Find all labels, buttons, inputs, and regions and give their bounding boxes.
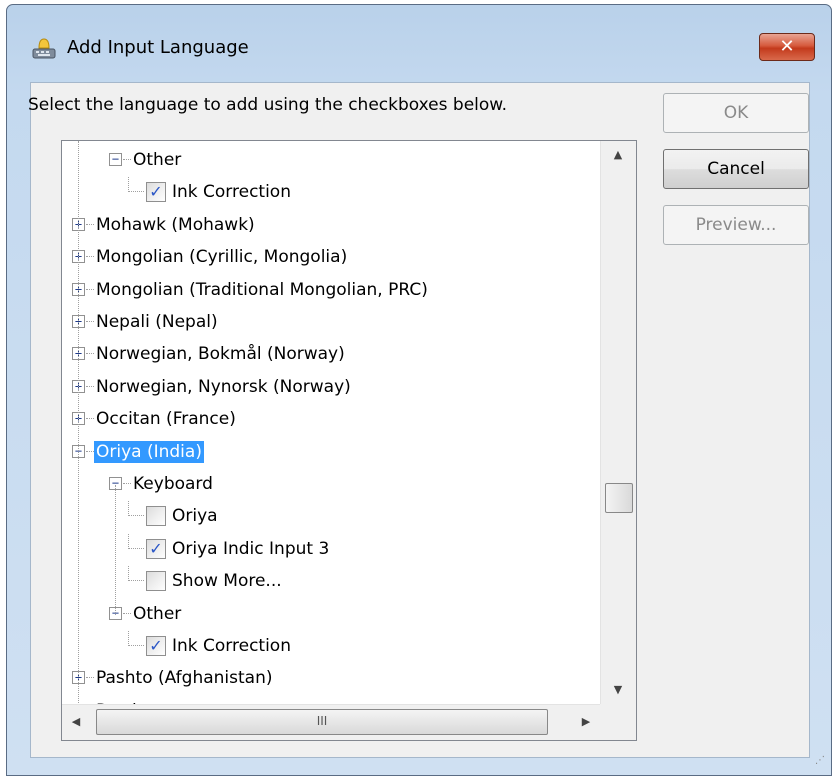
tree-connector	[128, 191, 144, 193]
input-language-icon	[32, 38, 56, 59]
tree-item[interactable]: ✓ Oriya Indic Input 3	[62, 533, 600, 564]
tree-item-label: Norwegian, Nynorsk (Norway)	[96, 376, 351, 397]
cancel-button[interactable]: Cancel	[663, 149, 809, 189]
tree-connector	[86, 256, 94, 258]
checkbox-unchecked[interactable]	[146, 571, 166, 592]
tree-connector	[86, 677, 94, 679]
tree-item-label: Norwegian, Bokmål (Norway)	[96, 344, 345, 365]
tree-connector	[128, 566, 129, 582]
horizontal-scrollbar[interactable]: ◀ III ▶	[62, 704, 600, 740]
tree-guide-line	[78, 141, 79, 740]
instruction-text: Select the language to add using the che…	[28, 95, 508, 115]
ok-button[interactable]: OK	[663, 93, 809, 133]
tree-item-label: Occitan (France)	[96, 409, 236, 430]
tree-connector	[86, 223, 94, 225]
tree-item[interactable]: + Mongolian (Cyrillic, Mongolia)	[62, 242, 600, 272]
tree-item[interactable]: − Other	[62, 145, 600, 175]
tree-connector	[128, 515, 144, 517]
tree-item-label: Keyboard	[133, 474, 213, 494]
scroll-right-arrow-icon[interactable]: ▶	[572, 705, 600, 739]
scroll-down-arrow-icon[interactable]: ▼	[601, 676, 635, 704]
tree-item[interactable]: − Keyboard	[62, 469, 600, 499]
tree-item[interactable]: Oriya	[62, 501, 600, 531]
tree-connector	[128, 501, 129, 517]
tree-item[interactable]: − Oriya (India)	[62, 437, 600, 467]
checkbox-checked[interactable]: ✓	[146, 636, 166, 656]
resize-grip-icon[interactable]: ⋰	[815, 755, 825, 766]
tree-connector	[128, 580, 144, 582]
tree-item[interactable]: − Other	[62, 599, 600, 629]
tree-connector	[86, 288, 94, 290]
checkbox-unchecked[interactable]	[146, 506, 166, 527]
preview-button[interactable]: Preview...	[663, 205, 809, 245]
tree-connector	[86, 385, 94, 387]
tree-item[interactable]: + Occitan (France)	[62, 404, 600, 434]
tree-connector	[128, 645, 144, 646]
dialog-window: Add Input Language ✕ Select the language…	[6, 4, 832, 776]
tree-item-label: Oriya (India)	[94, 440, 204, 463]
checkbox-checked[interactable]: ✓	[146, 538, 166, 559]
tree-connector	[128, 547, 144, 549]
tree-item[interactable]: ✓ Ink Correction	[62, 177, 600, 207]
horizontal-scroll-thumb[interactable]: III	[96, 709, 548, 735]
tree-item[interactable]: ✓ Ink Correction	[62, 631, 600, 661]
language-tree[interactable]: − Other ✓ Ink Correction + Mohawk (Mohawk) + Mo…	[61, 140, 637, 741]
tree-connector	[86, 353, 94, 355]
tree-item[interactable]: + Nepali (Nepal)	[62, 307, 600, 337]
tree-item-label: Other	[133, 150, 182, 170]
tree-connector	[123, 159, 131, 160]
window-title: Add Input Language	[67, 37, 249, 58]
tree-item-label: Mohawk (Mohawk)	[96, 214, 255, 235]
tree-connector	[86, 321, 94, 322]
tree-item-label: Ink Correction	[172, 182, 291, 203]
vertical-scroll-thumb[interactable]	[605, 483, 633, 513]
tree-item-label: Oriya Indic Input 3	[172, 538, 330, 559]
tree-item-label: Mongolian (Traditional Mongolian, PRC)	[96, 279, 428, 300]
tree-item[interactable]: Show More...	[62, 566, 600, 596]
tree-item-label: Mongolian (Cyrillic, Mongolia)	[96, 247, 348, 268]
tree-item[interactable]: + Mohawk (Mohawk)	[62, 210, 600, 240]
tree-item-label: Oriya	[172, 506, 218, 527]
scrollbar-corner	[600, 704, 636, 740]
tree-item-label: Pashto (Afghanistan)	[96, 668, 273, 689]
tree-item-label: Show More...	[172, 571, 282, 592]
collapse-icon[interactable]: −	[109, 153, 122, 166]
tree-connector	[86, 450, 94, 452]
tree-connector	[123, 612, 131, 614]
scroll-left-arrow-icon[interactable]: ◀	[62, 705, 90, 739]
tree-item[interactable]: + Mongolian (Traditional Mongolian, PRC)	[62, 275, 600, 305]
tree-connector	[86, 418, 94, 420]
tree-connector	[128, 177, 129, 193]
tree-item[interactable]: + Norwegian, Bokmål (Norway)	[62, 339, 600, 369]
tree-connector	[128, 631, 129, 646]
tree-item-label: Nepali (Nepal)	[96, 312, 218, 332]
title-bar[interactable]: Add Input Language ✕	[7, 5, 831, 83]
tree-connector	[123, 483, 131, 484]
vertical-scrollbar[interactable]: ▲ ▼	[600, 141, 636, 704]
tree-item[interactable]: + Norwegian, Nynorsk (Norway)	[62, 372, 600, 402]
tree-item[interactable]: + Pashto (Afghanistan)	[62, 663, 600, 693]
close-button[interactable]: ✕	[759, 33, 815, 61]
checkbox-checked[interactable]: ✓	[146, 182, 166, 203]
tree-guide-line	[115, 485, 116, 615]
tree-item-label: Ink Correction	[172, 636, 291, 656]
tree-connector	[128, 533, 129, 549]
tree-item-label: Other	[133, 603, 182, 624]
scroll-up-arrow-icon[interactable]: ▲	[601, 141, 635, 169]
